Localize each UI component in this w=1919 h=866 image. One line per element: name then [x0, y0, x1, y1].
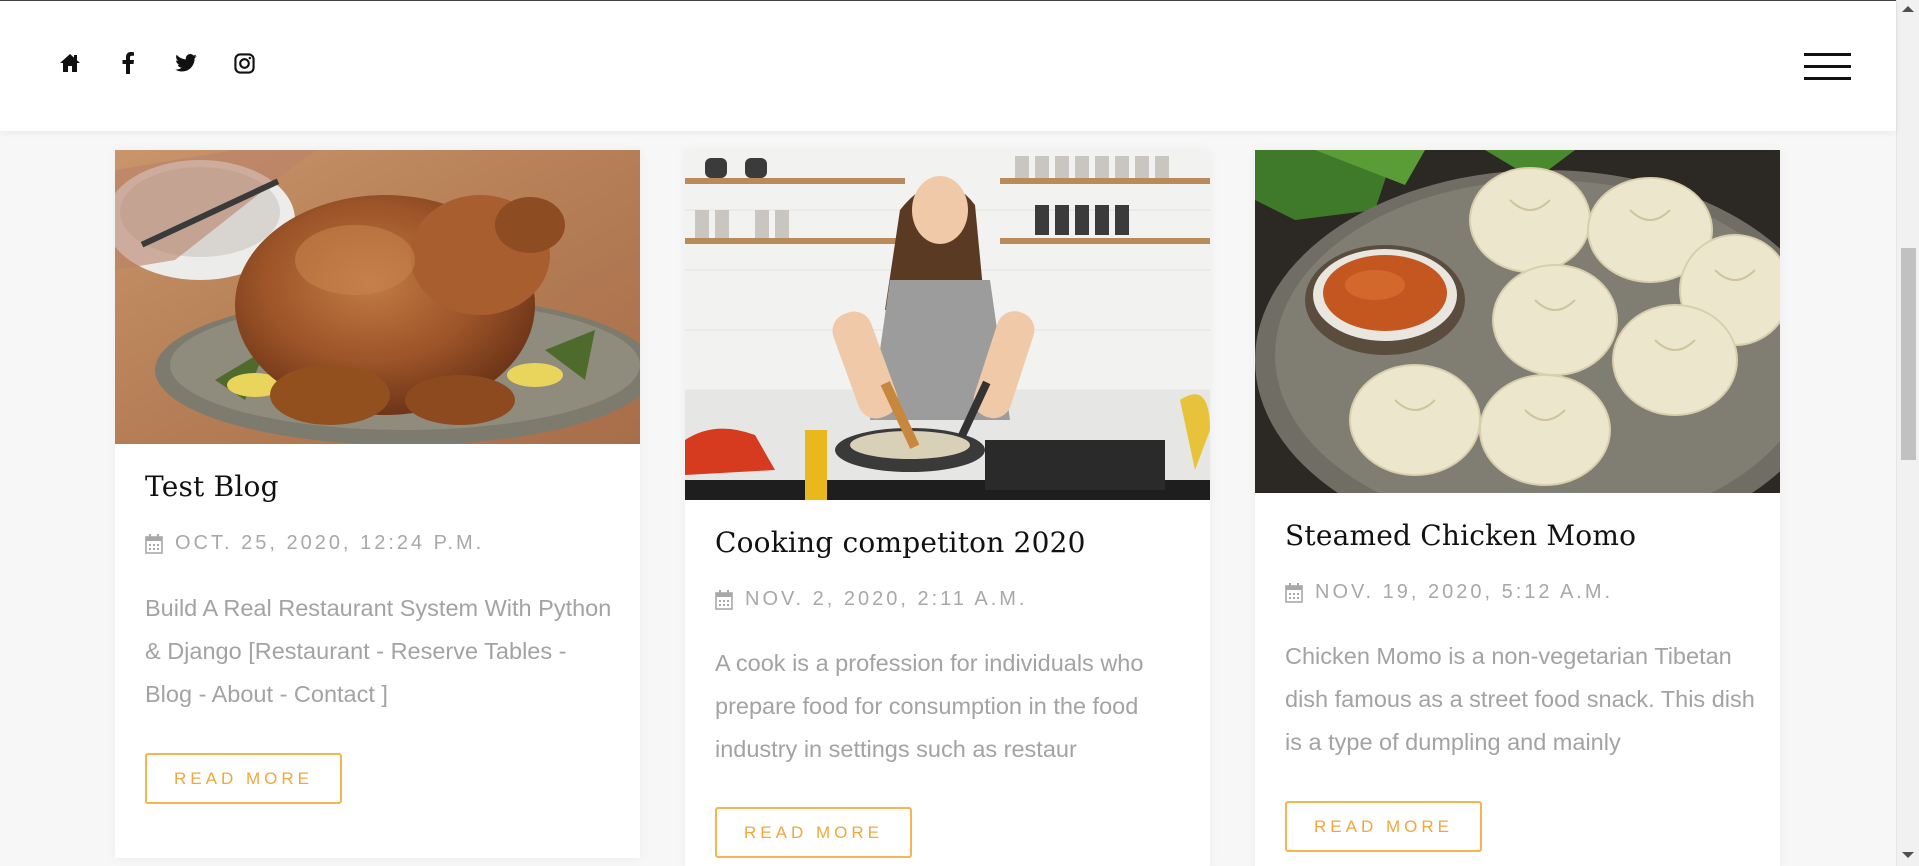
post-date: OCT. 25, 2020, 12:24 P.M.	[145, 532, 484, 555]
post-date: NOV. 2, 2020, 2:11 A.M.	[715, 588, 1027, 611]
post-date-text: OCT. 25, 2020, 12:24 P.M.	[175, 532, 485, 554]
twitter-icon[interactable]	[174, 51, 198, 75]
post-excerpt: A cook is a profession for individuals w…	[715, 650, 1144, 762]
blog-page: Test Blog OCT. 25, 2020, 12:24 P.M. Buil…	[0, 0, 1896, 866]
hamburger-line	[1804, 77, 1851, 80]
post-date: NOV. 19, 2020, 5:12 A.M.	[1285, 581, 1613, 604]
post-title[interactable]: Test Blog	[145, 470, 279, 503]
facebook-icon[interactable]	[116, 51, 140, 75]
post-title[interactable]: Steamed Chicken Momo	[1285, 519, 1636, 552]
blog-card: Test Blog OCT. 25, 2020, 12:24 P.M. Buil…	[115, 150, 640, 858]
browser-viewport: Test Blog OCT. 25, 2020, 12:24 P.M. Buil…	[0, 0, 1919, 866]
calendar-icon	[715, 589, 733, 610]
roast-chicken-photo[interactable]	[115, 150, 640, 444]
post-date-text: NOV. 19, 2020, 5:12 A.M.	[1315, 581, 1614, 603]
steamed-momo-photo[interactable]	[1255, 150, 1780, 493]
social-links	[58, 51, 256, 75]
calendar-icon	[145, 533, 163, 554]
scroll-down-arrow-icon[interactable]	[1902, 852, 1914, 858]
home-icon[interactable]	[58, 51, 82, 75]
blog-card: Steamed Chicken Momo NOV. 19, 2020, 5:12…	[1255, 150, 1780, 866]
read-more-button[interactable]: READ MORE	[715, 807, 912, 858]
post-title[interactable]: Cooking competiton 2020	[715, 526, 1086, 559]
read-more-button[interactable]: READ MORE	[145, 753, 342, 804]
site-header	[0, 1, 1896, 131]
blog-card: Cooking competiton 2020 NOV. 2, 2020, 2:…	[685, 150, 1210, 866]
instagram-icon[interactable]	[232, 51, 256, 75]
woman-cooking-kitchen-photo[interactable]	[685, 150, 1210, 500]
calendar-icon	[1285, 582, 1303, 603]
post-date-text: NOV. 2, 2020, 2:11 A.M.	[745, 588, 1028, 610]
hamburger-line	[1804, 53, 1851, 56]
scrollbar-thumb[interactable]	[1901, 248, 1916, 460]
post-excerpt: Chicken Momo is a non-vegetarian Tibetan…	[1285, 643, 1755, 755]
vertical-scrollbar[interactable]	[1896, 0, 1919, 866]
hamburger-menu-icon[interactable]	[1804, 53, 1851, 81]
scroll-up-arrow-icon[interactable]	[1902, 6, 1914, 12]
post-excerpt: Build A Real Restaurant System With Pyth…	[145, 595, 612, 707]
hamburger-line	[1804, 65, 1851, 68]
read-more-button[interactable]: READ MORE	[1285, 801, 1482, 852]
